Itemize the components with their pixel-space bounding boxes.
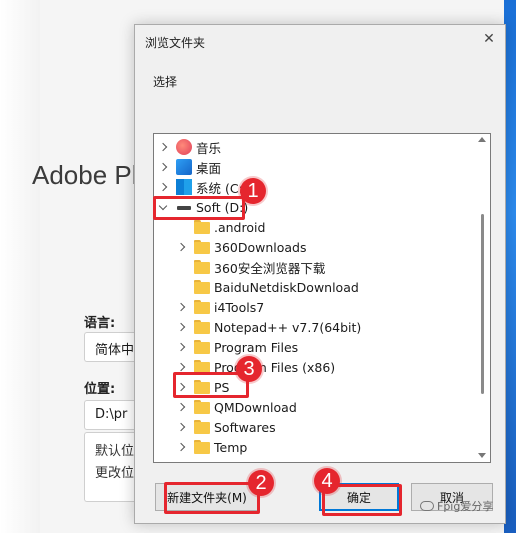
tree-item-label: Temp	[214, 439, 248, 455]
chevron-right-icon[interactable]	[176, 317, 186, 337]
tree-item[interactable]: QMDownload	[154, 397, 472, 417]
tree-item[interactable]: Softwares	[154, 417, 472, 437]
chevron-right-icon[interactable]	[176, 417, 186, 437]
tree-item[interactable]: Soft (D:)	[154, 197, 472, 217]
close-icon[interactable]: ✕	[479, 29, 499, 49]
folder-icon	[194, 439, 210, 455]
scroll-up-icon[interactable]	[478, 137, 486, 142]
chevron-right-icon[interactable]	[176, 357, 186, 377]
chevron-right-icon[interactable]	[158, 137, 168, 157]
chevron-right-icon[interactable]	[176, 237, 186, 257]
folder-icon	[194, 279, 210, 295]
app-title: Adobe Ph	[32, 160, 147, 190]
folder-icon	[194, 359, 210, 375]
folder-icon	[194, 339, 210, 355]
folder-icon	[194, 379, 210, 395]
tree-item-label: .android	[214, 219, 266, 235]
folder-icon	[194, 239, 210, 255]
tree-item[interactable]: i4Tools7	[154, 297, 472, 317]
tree-item-label: Soft (D:)	[196, 199, 249, 215]
scroll-down-icon[interactable]	[478, 453, 486, 458]
tree-item[interactable]: 系统 (C:)	[154, 177, 472, 197]
tree-scrollbar[interactable]	[473, 134, 490, 462]
tree-item-label: 桌面	[196, 160, 222, 176]
dialog-prompt: 选择	[153, 75, 178, 89]
tree-item-label: Program Files	[214, 339, 299, 355]
chevron-right-icon[interactable]	[176, 297, 186, 317]
watermark: Fpig爱分享	[420, 498, 493, 514]
tree-item-label: i4Tools7	[214, 299, 265, 315]
language-label: 语言:	[84, 316, 116, 331]
tree-item-label: Notepad++ v7.7(64bit)	[214, 319, 362, 335]
chevron-down-icon[interactable]	[158, 197, 168, 217]
window-edge	[0, 0, 40, 533]
tree-item[interactable]: 音乐	[154, 137, 472, 157]
tree-item-label: QMDownload	[214, 399, 297, 415]
annotation-badge-2: 2	[248, 470, 274, 496]
folder-icon	[194, 419, 210, 435]
chevron-right-icon[interactable]	[176, 437, 186, 457]
music-icon	[176, 139, 192, 155]
chevron-right-icon[interactable]	[158, 157, 168, 177]
note-line-2: 更改位	[95, 466, 135, 481]
wechat-icon	[420, 501, 434, 511]
system-drive-icon	[176, 179, 192, 195]
watermark-text: Fpig爱分享	[437, 500, 494, 513]
chevron-right-icon[interactable]	[176, 377, 186, 397]
dialog-title: 浏览文件夹	[145, 36, 206, 50]
new-folder-button[interactable]: 新建文件夹(M)	[155, 483, 259, 511]
annotation-badge-4: 4	[314, 468, 340, 494]
tree-item-label: PS	[214, 379, 230, 395]
tree-item[interactable]: 桌面	[154, 157, 472, 177]
tree-item-label: Softwares	[214, 419, 276, 435]
location-label: 位置:	[84, 382, 116, 397]
folder-icon	[194, 259, 210, 275]
folder-icon	[194, 319, 210, 335]
tree-item[interactable]: BaiduNetdiskDownload	[154, 277, 472, 297]
chevron-right-icon[interactable]	[176, 397, 186, 417]
tree-item[interactable]: 360Downloads	[154, 237, 472, 257]
drive-icon	[176, 199, 192, 215]
tree-item[interactable]: PS	[154, 377, 472, 397]
tree-item-label: 360安全浏览器下载	[214, 260, 326, 276]
desktop-icon	[176, 159, 192, 175]
folder-icon	[194, 399, 210, 415]
tree-item-label: BaiduNetdiskDownload	[214, 279, 359, 295]
tree-item-label: 360Downloads	[214, 239, 307, 255]
tree-item[interactable]: .android	[154, 217, 472, 237]
annotation-badge-1: 1	[240, 178, 266, 204]
tree-item[interactable]: Temp	[154, 437, 472, 457]
tree-item[interactable]: Program Files	[154, 337, 472, 357]
folder-icon	[194, 219, 210, 235]
scroll-thumb[interactable]	[481, 214, 484, 394]
tree-item[interactable]: Program Files (x86)	[154, 357, 472, 377]
annotation-badge-3: 3	[236, 356, 262, 382]
chevron-right-icon[interactable]	[158, 177, 168, 197]
note-line-1: 默认位	[95, 444, 135, 459]
tree-item-label: 音乐	[196, 140, 222, 156]
tree-item[interactable]: 360安全浏览器下载	[154, 257, 472, 277]
folder-icon	[194, 299, 210, 315]
browse-folder-dialog: 浏览文件夹 ✕ 选择 音乐桌面 系统 (C:) Soft (D:) .android 3…	[134, 24, 506, 524]
tree-item[interactable]: Notepad++ v7.7(64bit)	[154, 317, 472, 337]
folder-tree[interactable]: 音乐桌面 系统 (C:) Soft (D:) .android 360Downloads…	[153, 133, 491, 463]
tree-item-label: Program Files (x86)	[214, 359, 336, 375]
chevron-right-icon[interactable]	[176, 337, 186, 357]
